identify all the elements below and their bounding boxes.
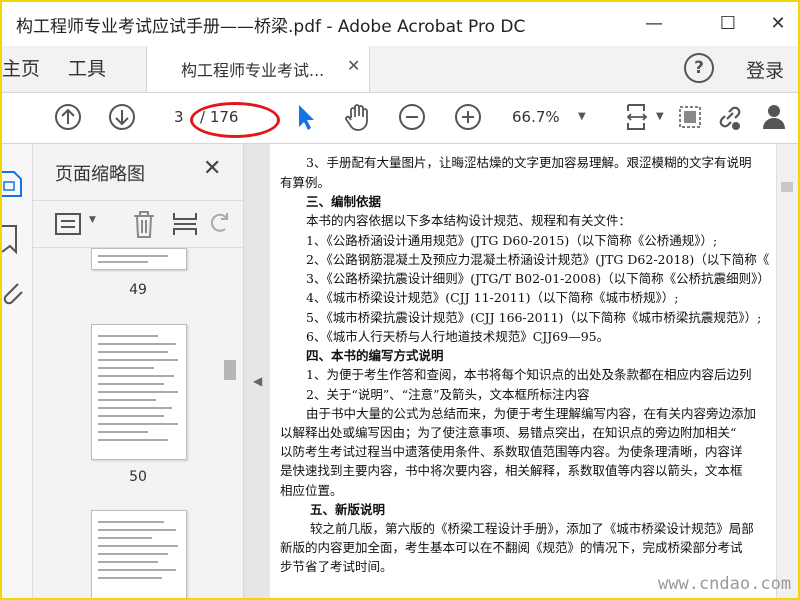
maximize-button[interactable]: ☐ <box>708 10 748 38</box>
panel-scrollbar-thumb[interactable] <box>224 360 236 380</box>
doc-line: 1、为便于考生作答和查阅，本书将每个知识点的出处及条款都在相应内容后边列 <box>306 367 752 382</box>
doc-line: 新版的内容更加全面，考生基本可以在不翻阅《规范》的情况下，完成桥梁部分考试 <box>280 540 743 555</box>
window-title: 构工程师专业考试应试手册——桥梁.pdf - Adobe Acrobat Pro… <box>16 17 526 37</box>
doc-heading: 四、本书的编写方式说明 <box>306 348 444 363</box>
watermark-text: www.cndao.com <box>658 574 792 594</box>
panel-toolbar: ▼ <box>33 200 243 248</box>
fit-dropdown-icon[interactable]: ▼ <box>656 111 664 122</box>
zoom-out-icon[interactable] <box>396 101 428 133</box>
doc-line: 较之前几版，第六版的《桥梁工程设计手册》，添加了《城市桥梁设计规范》局部 <box>310 521 754 536</box>
doc-line: 有算例。 <box>280 175 331 190</box>
hand-tool-icon[interactable] <box>342 101 374 133</box>
page-number-highlight <box>190 102 280 138</box>
title-bar: 构工程师专业考试应试手册——桥梁.pdf - Adobe Acrobat Pro… <box>2 2 798 46</box>
thumbnail-options-icon[interactable] <box>55 211 83 237</box>
fit-page-icon[interactable] <box>622 101 654 133</box>
bookmarks-icon[interactable] <box>2 224 20 254</box>
thumbnails-icon[interactable] <box>2 170 24 198</box>
doc-line: 本书的内容依据以下多本结构设计规范、规程和有关文件： <box>306 213 632 228</box>
zoom-level-field[interactable]: 66.7% <box>512 108 560 126</box>
doc-line: 5、《城市桥梁抗震设计规范》(CJJ 166-2011)（以下简称《城市桥梁抗震… <box>306 310 762 325</box>
tab-home[interactable]: 主页 <box>2 54 40 81</box>
collapse-panel-icon[interactable]: ◀ <box>253 374 262 388</box>
document-scrollbar-thumb[interactable] <box>781 182 793 192</box>
share-link-icon[interactable] <box>714 101 746 133</box>
delete-page-icon[interactable] <box>131 209 157 239</box>
login-button[interactable]: 登录 <box>746 56 784 83</box>
page-thumbnail-label: 50 <box>129 469 147 485</box>
tab-tools[interactable]: 工具 <box>68 54 106 81</box>
close-tab-icon[interactable]: ✕ <box>347 56 360 75</box>
left-rail <box>2 144 33 598</box>
insert-page-icon[interactable] <box>171 209 199 239</box>
page-thumbnail[interactable] <box>91 324 187 460</box>
doc-line: 1、《公路桥涵设计通用规范》(JTG D60-2015)（以下简称《公桥通规》）… <box>306 233 718 248</box>
close-window-button[interactable]: ✕ <box>758 10 798 38</box>
page-current-input[interactable]: 3 <box>174 108 184 126</box>
panel-scrollbar[interactable] <box>221 248 237 598</box>
doc-line: 以防考生考试过程当中遗落使用条件、系数取值范围等内容。为使条理清晰，内容详 <box>280 444 743 459</box>
page-thumbnail[interactable] <box>91 510 187 598</box>
tab-document[interactable]: 构工程师专业考试... ✕ <box>146 46 370 92</box>
doc-line: 3、手册配有大量图片，让晦涩枯燥的文字更加容易理解。艰涩模糊的文字有说明 <box>306 155 752 170</box>
doc-heading: 三、编制依据 <box>306 194 382 209</box>
thumbnail-panel: 页面缩略图 ✕ ▼ 49 50 <box>33 144 244 598</box>
add-user-icon[interactable] <box>760 101 792 133</box>
attachments-icon[interactable] <box>2 278 24 308</box>
doc-line: 以解释出处或编写因由；为了使注意事项、易错点突出，在知识点的旁边附加相关“ <box>280 425 737 440</box>
doc-line: 2、关于“说明”、“注意”及箭头，文本框所标注内容 <box>306 387 590 402</box>
document-page: 3、手册配有大量图片，让晦涩枯燥的文字更加容易理解。艰涩模糊的文字有说明 有算例… <box>270 144 776 598</box>
tab-bar: 主页 工具 构工程师专业考试... ✕ ? 登录 <box>2 46 798 93</box>
app-window: 构工程师专业考试应试手册——桥梁.pdf - Adobe Acrobat Pro… <box>0 0 800 600</box>
close-panel-icon[interactable]: ✕ <box>203 156 221 181</box>
doc-line: 相应位置。 <box>280 483 343 498</box>
doc-line: 6、《城市人行天桥与人行地道技术规范》CJJ69—95。 <box>306 329 610 344</box>
toolbar: 3 / 176 66.7% ▼ ▼ <box>2 93 798 144</box>
zoom-dropdown-icon[interactable]: ▼ <box>578 111 586 122</box>
zoom-in-icon[interactable] <box>452 101 484 133</box>
rotate-page-icon[interactable] <box>209 211 231 237</box>
doc-line: 4、《城市桥梁设计规范》(CJJ 11-2011)（以下简称《城市桥规》）; <box>306 290 679 305</box>
page-thumbnail-label: 49 <box>129 282 147 298</box>
doc-line: 是快速找到主要内容，书中将次要内容，相关解释，系数取值等内容以箭头，文本框 <box>280 463 743 478</box>
doc-heading: 五、新版说明 <box>310 502 386 517</box>
next-page-icon[interactable] <box>106 101 138 133</box>
panel-title: 页面缩略图 <box>55 164 145 185</box>
doc-line: 由于书中大量的公式为总结而来，为便于考生理解编写内容，在有关内容旁边添加 <box>306 406 757 421</box>
options-dropdown-icon[interactable]: ▼ <box>89 215 96 225</box>
doc-line: 2、《公路钢筋混凝土及预应力混凝土桥涵设计规范》(JTG D62-2018)（以… <box>306 252 770 267</box>
document-tab-label: 构工程师专业考试... <box>181 61 325 80</box>
help-icon[interactable]: ? <box>684 53 714 83</box>
page-thumbnail[interactable] <box>91 248 187 270</box>
document-scrollbar[interactable] <box>776 144 798 598</box>
select-cursor-icon[interactable] <box>290 101 322 133</box>
doc-line: 步节省了考试时间。 <box>280 559 393 574</box>
scroll-mode-icon[interactable] <box>674 101 706 133</box>
doc-line: 3、《公路桥梁抗震设计细则》(JTG/T B02-01-2008)（以下简称《公… <box>306 271 770 286</box>
prev-page-icon[interactable] <box>52 101 84 133</box>
minimize-button[interactable]: — <box>634 10 674 38</box>
